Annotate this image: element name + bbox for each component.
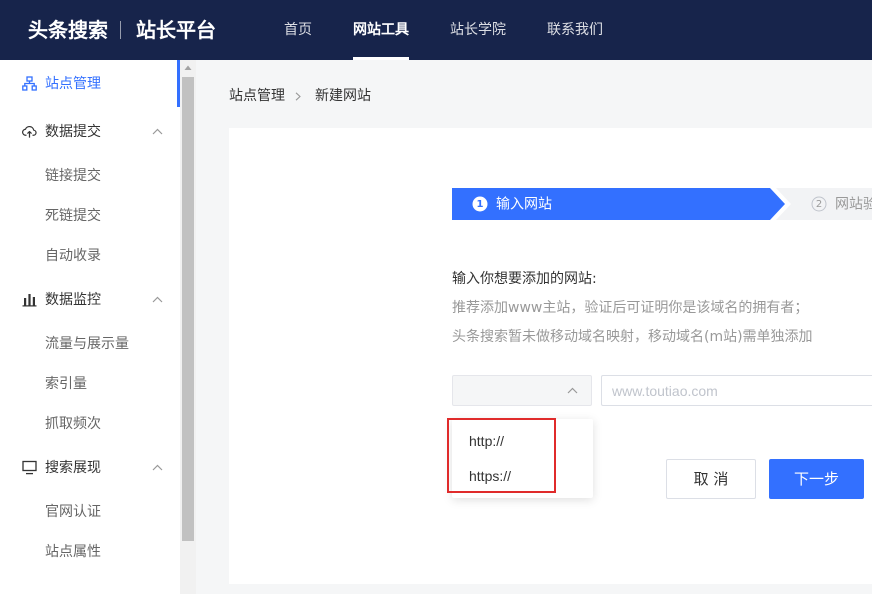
step-2-number: 2 xyxy=(816,199,822,210)
sitemap-icon xyxy=(22,75,37,91)
scroll-up-arrow-icon[interactable] xyxy=(180,60,196,76)
main-content: 站点管理 新建网站 1 输入网站 2 网站验 输入你想要添加的网站: 推荐添加w… xyxy=(196,60,872,594)
nav-site-tools[interactable]: 网站工具 xyxy=(353,0,409,60)
breadcrumb-item-site-management[interactable]: 站点管理 xyxy=(229,86,285,106)
sidebar-item-label: 死链提交 xyxy=(45,208,101,224)
scrollbar-thumb[interactable] xyxy=(182,77,194,541)
sidebar-item-auto-index[interactable]: 自动收录 xyxy=(0,236,177,276)
protocol-option-http[interactable]: http:// xyxy=(452,424,593,459)
chevron-up-icon xyxy=(152,128,163,135)
sidebar-item-traffic[interactable]: 流量与展示量 xyxy=(0,324,177,364)
sidebar-group-label: 数据提交 xyxy=(45,124,101,140)
sidebar-item-label: 站点管理 xyxy=(45,75,101,92)
nav-contact[interactable]: 联系我们 xyxy=(545,0,605,60)
sidebar-group-label: 搜索展现 xyxy=(45,460,101,476)
sidebar-item-label: 抓取频次 xyxy=(45,416,101,432)
sidebar-group-data-submit[interactable]: 数据提交 xyxy=(0,112,177,152)
top-navbar: 头条搜索 站长平台 首页 网站工具 站长学院 联系我们 xyxy=(0,0,872,60)
sidebar-item-site-management[interactable]: 站点管理 xyxy=(0,60,177,107)
breadcrumb-item-new-site: 新建网站 xyxy=(315,88,371,104)
brand-sub-text: 站长平台 xyxy=(136,18,216,42)
cloud-upload-icon xyxy=(22,125,37,138)
cancel-button[interactable]: 取 消 xyxy=(666,459,756,499)
chevron-up-icon xyxy=(567,387,578,394)
chevron-up-icon xyxy=(152,296,163,303)
nav-academy[interactable]: 站长学院 xyxy=(448,0,508,60)
monitor-icon xyxy=(22,460,37,475)
protocol-options: http:// https:// xyxy=(452,419,593,498)
step-1-label: 输入网站 xyxy=(496,197,552,213)
nav-home[interactable]: 首页 xyxy=(278,0,318,60)
sidebar-item-label: 站点属性 xyxy=(45,544,101,560)
domain-input[interactable] xyxy=(601,375,872,406)
next-step-button[interactable]: 下一步 xyxy=(769,459,864,499)
sidebar-item-link-submit[interactable]: 链接提交 xyxy=(0,156,177,196)
step-bar: 1 输入网站 2 网站验 xyxy=(452,188,872,220)
sidebar-item-official-verify[interactable]: 官网认证 xyxy=(0,492,177,532)
chevron-right-icon xyxy=(295,92,301,101)
form-intro: 输入你想要添加的网站: xyxy=(452,271,597,287)
brand-main-text: 头条搜索 xyxy=(28,18,108,42)
form-hint: 头条搜索暂未做移动域名映射，移动域名(m站)需单独添加 xyxy=(452,329,813,345)
app-window: 头条搜索 站长平台 首页 网站工具 站长学院 联系我们 站点管理 数据提交 链接… xyxy=(0,0,872,594)
sidebar-group-label: 数据监控 xyxy=(45,292,101,308)
sidebar-group-data-monitor[interactable]: 数据监控 xyxy=(0,280,177,320)
sidebar: 站点管理 数据提交 链接提交 死链提交 自动收录 数据监控 流量与展示量 索引量… xyxy=(0,60,180,594)
sidebar-item-label: 流量与展示量 xyxy=(45,336,129,352)
sidebar-item-label: 自动收录 xyxy=(45,248,101,264)
sidebar-item-site-properties[interactable]: 站点属性 xyxy=(0,532,177,572)
sidebar-item-label: 索引量 xyxy=(45,376,87,392)
chevron-up-icon xyxy=(152,464,163,471)
sidebar-item-crawl-frequency[interactable]: 抓取频次 xyxy=(0,404,177,444)
step-1-number: 1 xyxy=(477,199,484,210)
protocol-select[interactable] xyxy=(452,375,592,406)
protocol-option-https[interactable]: https:// xyxy=(452,459,593,494)
sidebar-item-index-count[interactable]: 索引量 xyxy=(0,364,177,404)
form-hint: 推荐添加www主站，验证后可证明你是该域名的拥有者； xyxy=(452,300,809,316)
new-site-card: 1 输入网站 2 网站验 输入你想要添加的网站: 推荐添加www主站，验证后可证… xyxy=(229,128,872,584)
sidebar-item-dead-link-submit[interactable]: 死链提交 xyxy=(0,196,177,236)
brand-divider xyxy=(120,21,121,39)
bar-chart-icon xyxy=(22,294,37,307)
sidebar-item-label: 官网认证 xyxy=(45,504,101,520)
sidebar-scrollbar[interactable] xyxy=(180,60,196,594)
sidebar-item-label: 链接提交 xyxy=(45,168,101,184)
brand-logo[interactable]: 头条搜索 站长平台 xyxy=(0,0,230,60)
sidebar-group-search-display[interactable]: 搜索展现 xyxy=(0,448,177,488)
step-2-label: 网站验 xyxy=(835,197,872,213)
